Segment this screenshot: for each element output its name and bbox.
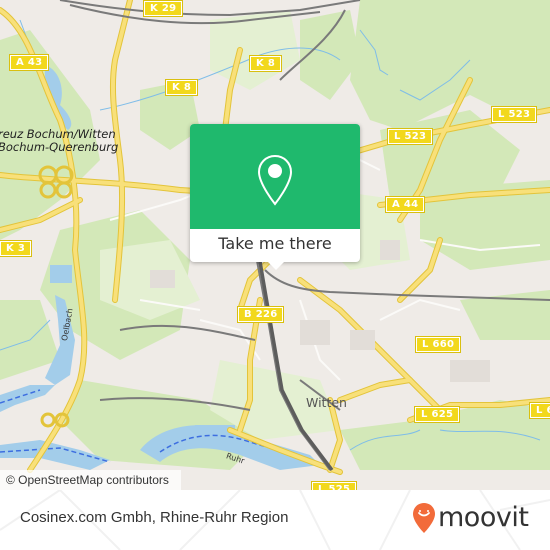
road-shield-k29: K 29 [142,0,184,17]
place-label-interchange: reuz Bochum/Witten Bochum-Querenburg [0,128,118,154]
location-title: Cosinex.com Gmbh, Rhine-Ruhr Region [20,509,289,526]
road-shield-l523-a: L 523 [386,128,434,145]
road-shield-k8-top: K 8 [248,55,283,72]
popup-header[interactable] [190,124,360,229]
road-shield-a43: A 43 [8,54,50,71]
road-shield-b226: B 226 [236,306,285,323]
road-shield-l525: L 525 [310,481,358,490]
road-shield-k8-left: K 8 [164,79,199,96]
road-shield-l6-right: L 6 [529,402,550,419]
moovit-pin-icon [413,503,435,533]
footer-bar: Cosinex.com Gmbh, Rhine-Ruhr Region moov… [0,490,550,550]
map-attribution[interactable]: © OpenStreetMap contributors [0,470,181,490]
road-shield-l660: L 660 [414,336,462,353]
map-view[interactable]: K 29 A 43 K 8 K 8 K 3 L 523 L 523 A 44 B… [0,0,550,490]
moovit-logo[interactable]: moovit [412,502,529,534]
place-label-witten: Witten [306,395,347,410]
road-shield-a44: A 44 [384,196,426,213]
take-me-there-button[interactable]: Take me there [190,229,360,262]
location-popup[interactable]: Take me there [190,124,360,270]
moovit-wordmark: moovit [438,502,529,533]
popup-pointer [268,262,284,270]
road-shield-l523-b: L 523 [490,106,538,123]
map-pin-icon [257,154,293,206]
road-shield-l625: L 625 [413,406,461,423]
road-shield-k3: K 3 [0,240,33,257]
interchange-label-line2: Bochum-Querenburg [0,140,119,154]
